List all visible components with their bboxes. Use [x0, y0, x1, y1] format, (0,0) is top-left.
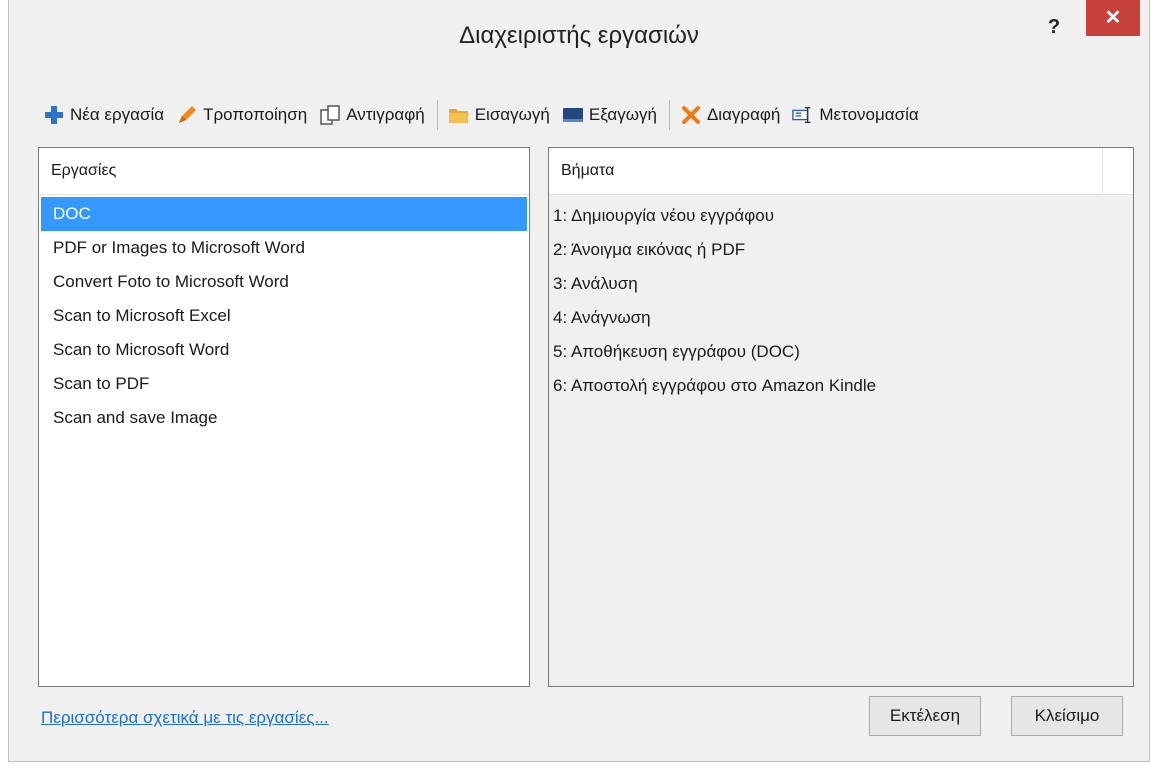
rename-task-button[interactable]: Μετονομασία	[792, 104, 919, 126]
run-button[interactable]: Εκτέλεση	[869, 696, 981, 736]
task-item[interactable]: Scan to PDF	[41, 367, 527, 401]
help-button[interactable]: ?	[1039, 12, 1069, 42]
step-item[interactable]: 6: Αποστολή εγγράφου στο Amazon Kindle	[549, 369, 1133, 403]
step-item[interactable]: 3: Ανάλυση	[549, 267, 1133, 301]
step-item[interactable]: 4: Ανάγνωση	[549, 301, 1133, 335]
toolbar-separator	[668, 100, 670, 130]
edit-task-label: Τροποποίηση	[203, 105, 308, 124]
task-item[interactable]: DOC	[41, 197, 527, 231]
tasks-panel: Εργασίες DOC PDF or Images to Microsoft …	[38, 147, 530, 687]
more-about-tasks-link[interactable]: Περισσότερα σχετικά με τις εργασίες...	[41, 708, 329, 728]
copy-icon	[319, 104, 341, 126]
delete-task-label: Διαγραφή	[706, 105, 781, 124]
tasks-header: Εργασίες	[39, 148, 529, 195]
task-manager-window: Διαχειριστής εργασιών ? ✕ Νέα εργασία Τρ…	[8, 0, 1150, 762]
toolbar: Νέα εργασία Τροποποίηση Αντιγραφή Εισαγω…	[43, 98, 1143, 132]
rename-icon	[792, 104, 814, 126]
steps-header: Βήματα	[549, 148, 1133, 195]
edit-task-button[interactable]: Τροποποίηση	[176, 104, 307, 126]
close-window-button[interactable]: ✕	[1086, 0, 1140, 36]
toolbar-separator	[436, 100, 438, 130]
task-item[interactable]: Scan and save Image	[41, 401, 527, 435]
copy-task-button[interactable]: Αντιγραφή	[319, 104, 425, 126]
plus-icon	[43, 104, 65, 126]
pencil-icon	[176, 104, 198, 126]
new-task-button[interactable]: Νέα εργασία	[43, 104, 164, 126]
rename-task-label: Μετονομασία	[819, 105, 919, 124]
steps-panel: Βήματα 1: Δημιουργία νέου εγγράφου 2: Άν…	[548, 147, 1134, 687]
title-bar: Διαχειριστής εργασιών ? ✕	[9, 0, 1149, 80]
delete-icon	[680, 104, 702, 126]
task-item[interactable]: Scan to Microsoft Word	[41, 333, 527, 367]
step-item[interactable]: 5: Αποθήκευση εγγράφου (DOC)	[549, 335, 1133, 369]
close-button[interactable]: Κλείσιμο	[1011, 696, 1123, 736]
delete-task-button[interactable]: Διαγραφή	[680, 104, 780, 126]
copy-task-label: Αντιγραφή	[346, 105, 425, 124]
import-task-button[interactable]: Εισαγωγή	[448, 104, 550, 126]
import-task-label: Εισαγωγή	[474, 105, 550, 124]
steps-list[interactable]: 1: Δημιουργία νέου εγγράφου 2: Άνοιγμα ε…	[549, 195, 1133, 403]
task-item[interactable]: Scan to Microsoft Excel	[41, 299, 527, 333]
task-item[interactable]: Convert Foto to Microsoft Word	[41, 265, 527, 299]
step-item[interactable]: 2: Άνοιγμα εικόνας ή PDF	[549, 233, 1133, 267]
export-task-button[interactable]: Εξαγωγή	[562, 104, 657, 126]
step-item[interactable]: 1: Δημιουργία νέου εγγράφου	[549, 199, 1133, 233]
export-icon	[562, 104, 584, 126]
new-task-label: Νέα εργασία	[70, 105, 165, 124]
window-title: Διαχειριστής εργασιών	[459, 22, 699, 49]
task-item[interactable]: PDF or Images to Microsoft Word	[41, 231, 527, 265]
export-task-label: Εξαγωγή	[588, 105, 657, 124]
tasks-list[interactable]: DOC PDF or Images to Microsoft Word Conv…	[39, 195, 529, 435]
folder-icon	[448, 104, 470, 126]
